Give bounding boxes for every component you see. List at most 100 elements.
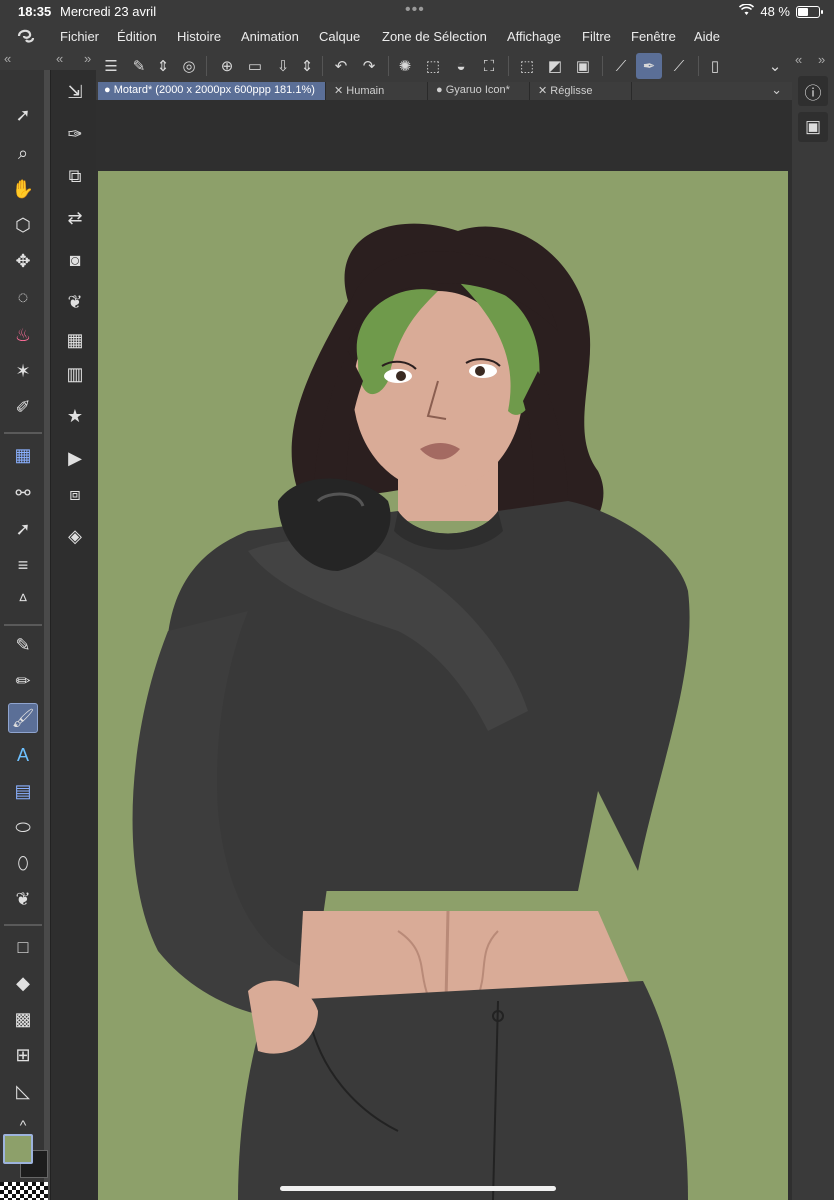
layers-icon[interactable]: ◈: [61, 522, 89, 550]
menu-edition[interactable]: Édition: [117, 29, 157, 44]
image-icon[interactable]: ▤: [8, 776, 38, 806]
undo-icon[interactable]: ↶: [328, 53, 354, 79]
menu-calque[interactable]: Calque: [319, 29, 360, 44]
marquee-icon[interactable]: ▣: [570, 53, 596, 79]
pen-icon[interactable]: ✒: [636, 53, 662, 79]
cake-icon[interactable]: ♨: [8, 320, 38, 350]
main-color-swatch[interactable]: [3, 1134, 33, 1164]
timeline-icon[interactable]: ▶: [61, 444, 89, 472]
menu-filtre[interactable]: Filtre: [582, 29, 611, 44]
panel-icon[interactable]: ▣: [798, 112, 828, 142]
menu-fichier[interactable]: Fichier: [60, 29, 99, 44]
tab-close-icon[interactable]: ✕: [538, 85, 547, 97]
tool-divider: [4, 924, 42, 926]
hand-icon[interactable]: ✋: [8, 174, 38, 204]
chain-icon[interactable]: ⚯: [8, 478, 38, 508]
text-icon[interactable]: A: [8, 740, 38, 770]
toolbar-separator: [508, 56, 509, 76]
tab-gyaruo-icon[interactable]: ● Gyaruo Icon*: [430, 82, 530, 100]
blend-icon[interactable]: ⬭: [8, 812, 38, 842]
pencil-icon[interactable]: ✏: [8, 666, 38, 696]
select-all-icon[interactable]: ⬚: [420, 53, 446, 79]
edit-icon[interactable]: ✎: [126, 53, 152, 79]
vector-icon[interactable]: ➚: [8, 514, 38, 544]
zoom-icon[interactable]: ⌕: [8, 138, 38, 168]
save-icon[interactable]: ⇩: [270, 53, 296, 79]
menu-zone-selection[interactable]: Zone de Sélection: [382, 29, 487, 44]
edit-line-icon[interactable]: ⟋: [666, 53, 692, 79]
operation-icon[interactable]: ➚: [8, 100, 38, 130]
collapse-sub-icon[interactable]: «: [56, 51, 63, 66]
tab-motard[interactable]: ● Motard* (2000 x 2000px 600ppp 181.1%): [98, 82, 326, 100]
sort-icon[interactable]: ⇕: [150, 53, 176, 79]
transform-icon[interactable]: ⛶: [476, 53, 502, 79]
tab-humain[interactable]: ✕ Humain: [328, 82, 428, 100]
tabs-chevron-down-icon[interactable]: ⌄: [771, 82, 782, 98]
menu-aide[interactable]: Aide: [694, 29, 720, 44]
layer-icon[interactable]: ▦: [8, 440, 38, 470]
toolbar-separator: [388, 56, 389, 76]
material-icon[interactable]: ★: [61, 402, 89, 430]
grass-icon[interactable]: ᐞ: [8, 586, 38, 616]
clear-icon[interactable]: ⬚: [514, 53, 540, 79]
canvas-artwork[interactable]: [98, 171, 788, 1200]
app-logo-icon[interactable]: [16, 27, 38, 47]
ruler-icon[interactable]: ⟋: [608, 53, 634, 79]
drops-icon[interactable]: ❦: [8, 884, 38, 914]
sub-tool-panel: ⇲ ✑ ⧉ ⇄ ◙ ❦ ▦ ▥ ★ ▶ ⧈ ◈: [50, 70, 96, 1200]
rectangle-icon[interactable]: □: [8, 932, 38, 962]
menu-icon[interactable]: ☰: [98, 53, 124, 79]
navigator-icon[interactable]: ⇄: [61, 204, 89, 232]
tab-label: Motard* (2000 x 2000px 600ppp 181.1%): [113, 84, 315, 96]
bucket-icon[interactable]: ◆: [8, 968, 38, 998]
layer-props-icon[interactable]: ◙: [61, 246, 89, 274]
3d-icon[interactable]: ⬡: [8, 210, 38, 240]
menu-animation[interactable]: Animation: [241, 29, 299, 44]
menu-affichage[interactable]: Affichage: [507, 29, 561, 44]
invert-icon[interactable]: ◩: [542, 53, 568, 79]
expand-right-icon[interactable]: »: [84, 51, 91, 66]
redo-icon[interactable]: ↷: [356, 53, 382, 79]
cursor-icon[interactable]: ⇲: [61, 78, 89, 106]
stack-icon[interactable]: ⧈: [61, 480, 89, 508]
open-folder-icon[interactable]: ▭: [242, 53, 268, 79]
ruler-icon[interactable]: ◺: [8, 1076, 38, 1106]
eyedropper-icon[interactable]: ✐: [8, 392, 38, 422]
tab-close-icon[interactable]: ✕: [334, 85, 343, 97]
menu-histoire[interactable]: Histoire: [177, 29, 221, 44]
toolbar-separator: [698, 56, 699, 76]
select-icon[interactable]: ✺: [392, 53, 418, 79]
spiral-icon[interactable]: ◎: [176, 53, 202, 79]
info-icon[interactable]: ⓘ: [798, 76, 828, 106]
move-icon[interactable]: ✥: [8, 246, 38, 276]
collapse-right-icon[interactable]: »: [818, 50, 832, 70]
palette-icon[interactable]: ▦: [61, 326, 89, 354]
color-mix-icon[interactable]: ❦: [61, 288, 89, 316]
lasso-icon[interactable]: ◌: [8, 282, 38, 312]
eraser-icon[interactable]: ⬯: [8, 848, 38, 878]
gradient-icon[interactable]: ▩: [8, 1004, 38, 1034]
magic-wand-icon[interactable]: ✶: [8, 356, 38, 386]
multitasking-dots-icon[interactable]: •••: [405, 1, 425, 19]
new-file-icon[interactable]: ⊕: [214, 53, 240, 79]
chevron-down-icon[interactable]: ⌄: [762, 53, 788, 79]
toolbar-separator: [322, 56, 323, 76]
arrows-icon[interactable]: ⇕: [294, 53, 320, 79]
tool-divider: [4, 432, 42, 434]
film-icon[interactable]: ▥: [61, 360, 89, 388]
frame-icon[interactable]: ⊞: [8, 1040, 38, 1070]
sliders-icon[interactable]: ⧉: [61, 162, 89, 190]
transparent-color-swatch[interactable]: [0, 1182, 48, 1200]
lines-icon[interactable]: ≡: [8, 550, 38, 580]
collapse-left-icon[interactable]: «: [4, 51, 11, 66]
tool-divider: [4, 624, 42, 626]
home-indicator[interactable]: [280, 1186, 556, 1191]
menu-fenetre[interactable]: Fenêtre: [631, 29, 676, 44]
device-icon[interactable]: ▯: [702, 53, 728, 79]
brush-icon[interactable]: 🖌: [8, 703, 38, 733]
pen-icon[interactable]: ✎: [8, 630, 38, 660]
command-bar: ☰ ✎ ⇕ ◎ ⊕ ▭ ⇩ ⇕ ↶ ↷ ✺ ⬚ ◒ ⛶ ⬚ ◩ ▣ ⟋ ✒ ⟋ …: [96, 50, 792, 82]
tab-reglisse[interactable]: ✕ Réglisse: [532, 82, 632, 100]
fill-icon[interactable]: ◒: [448, 53, 474, 79]
brush-settings-icon[interactable]: ✑: [61, 120, 89, 148]
